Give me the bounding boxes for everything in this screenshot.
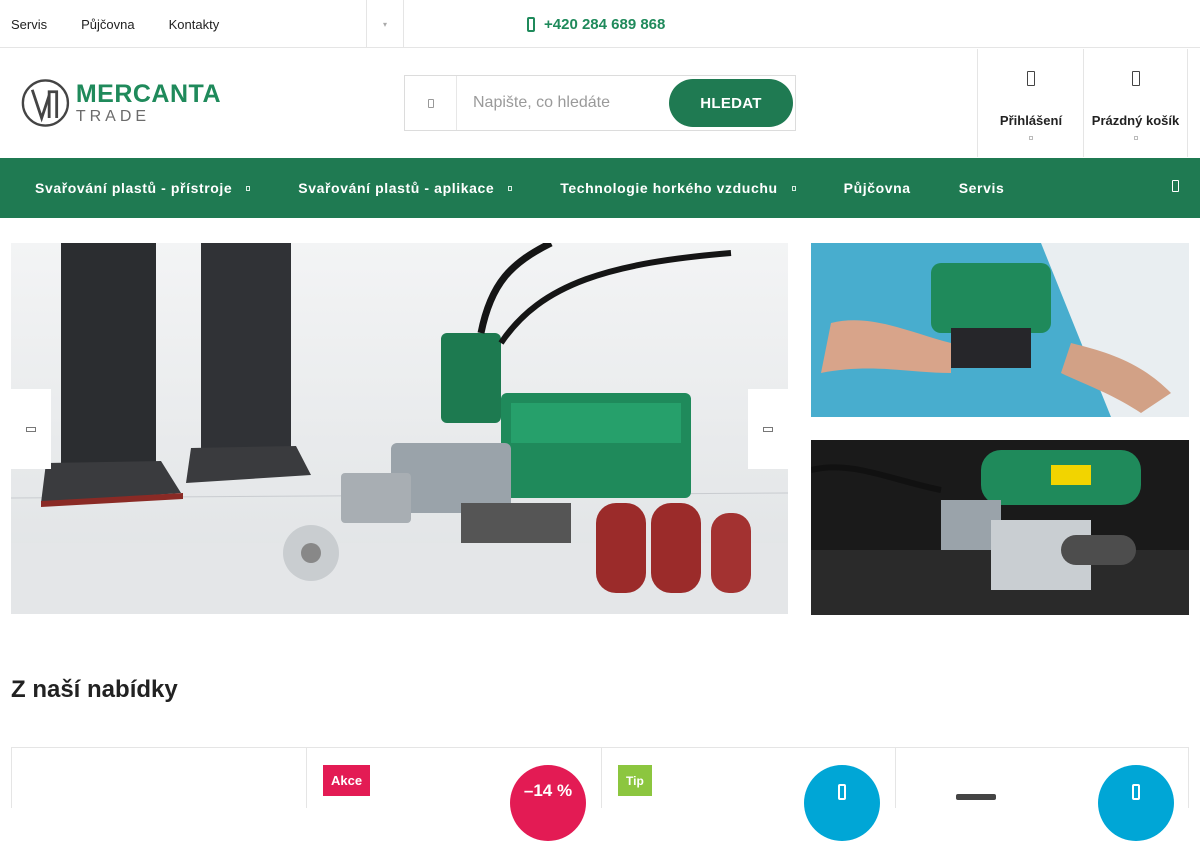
logo-sub: TRADE — [75, 107, 151, 125]
nav-item-label: Svařování plastů - přístroje — [35, 180, 233, 196]
banner-1-image — [811, 243, 1189, 417]
cart-add-icon — [1132, 784, 1140, 800]
cart-label: Prázdný košík — [1091, 113, 1180, 128]
product-card[interactable]: Tip — [601, 748, 895, 841]
tip-flag: Tip — [618, 765, 652, 796]
search-input[interactable] — [461, 84, 661, 122]
search-box: HLEDAT — [404, 75, 796, 131]
main-nav: Svařování plastů - přístroje Svařování p… — [0, 158, 1200, 218]
product-card[interactable]: Akce –14 % — [306, 748, 601, 841]
chevron-down-icon — [791, 185, 796, 191]
hero-image — [11, 243, 788, 614]
nav-item-label: Svařování plastů - aplikace — [298, 180, 495, 196]
nav-item-hot-air[interactable]: Technologie horkého vzduchu — [560, 180, 796, 196]
cart-icon — [1131, 71, 1140, 86]
product-image — [956, 794, 996, 800]
hero-carousel[interactable] — [11, 243, 788, 614]
chevron-down-icon — [1133, 136, 1138, 140]
add-to-cart-button[interactable] — [804, 765, 880, 841]
nav-item-label: Půjčovna — [843, 180, 911, 196]
nav-item-label: Servis — [958, 180, 1005, 196]
cart-add-icon — [838, 784, 846, 800]
nav-item-rental[interactable]: Půjčovna — [844, 180, 911, 196]
search-icon[interactable] — [405, 76, 457, 130]
cart-tile[interactable]: Prázdný košík — [1083, 49, 1188, 157]
discount-badge: –14 % — [510, 765, 586, 841]
chevron-down-icon — [246, 185, 251, 191]
logo-text: MERCANTA TRADE — [75, 79, 221, 125]
carousel-prev-button[interactable] — [11, 389, 51, 469]
arrow-left-icon — [26, 426, 36, 432]
top-link-kontakty[interactable]: Kontakty — [169, 17, 220, 32]
chevron-down-icon — [1029, 136, 1033, 140]
search-button[interactable]: HLEDAT — [669, 79, 793, 127]
nav-item-welding-devices[interactable]: Svařování plastů - přístroje — [35, 180, 251, 196]
site-logo[interactable]: MERCANTA TRADE — [21, 76, 221, 130]
logo-emblem-icon — [21, 79, 70, 127]
phone-contact[interactable]: +420 284 689 868 — [527, 0, 665, 48]
section-title: Z naší nabídky — [11, 676, 178, 703]
nav-item-service[interactable]: Servis — [959, 180, 1005, 196]
product-list: Akce –14 % Tip — [11, 747, 1189, 841]
arrow-right-icon — [763, 426, 773, 432]
carousel-next-button[interactable] — [748, 389, 788, 469]
nav-item-welding-applications[interactable]: Svařování plastů - aplikace — [298, 180, 513, 196]
nav-item-label: Technologie horkého vzduchu — [560, 180, 778, 196]
top-bar: Servis Půjčovna Kontakty ▾ +420 284 689 … — [0, 0, 1200, 48]
login-label: Přihlášení — [999, 113, 1063, 128]
logo-name: MERCANTA — [75, 79, 221, 108]
chevron-down-icon: ▾ — [382, 19, 387, 29]
top-nav: Servis Půjčovna Kontakty — [11, 0, 253, 48]
banner-2-image — [811, 440, 1189, 615]
top-link-servis[interactable]: Servis — [11, 17, 47, 32]
login-tile[interactable]: Přihlášení — [977, 49, 1084, 157]
product-card[interactable] — [895, 748, 1189, 841]
user-icon — [1027, 71, 1035, 86]
phone-icon — [527, 16, 535, 32]
top-link-pujcovna[interactable]: Půjčovna — [81, 17, 134, 32]
chevron-down-icon — [508, 185, 513, 191]
phone-number: +420 284 689 868 — [544, 15, 666, 33]
promo-banner-2[interactable] — [811, 440, 1189, 615]
product-card[interactable] — [11, 748, 306, 808]
top-dropdown-toggle[interactable]: ▾ — [366, 0, 404, 48]
add-to-cart-button[interactable] — [1098, 765, 1174, 841]
promo-banner-1[interactable] — [811, 243, 1189, 417]
search-icon[interactable] — [1172, 180, 1179, 192]
sale-flag: Akce — [323, 765, 371, 796]
